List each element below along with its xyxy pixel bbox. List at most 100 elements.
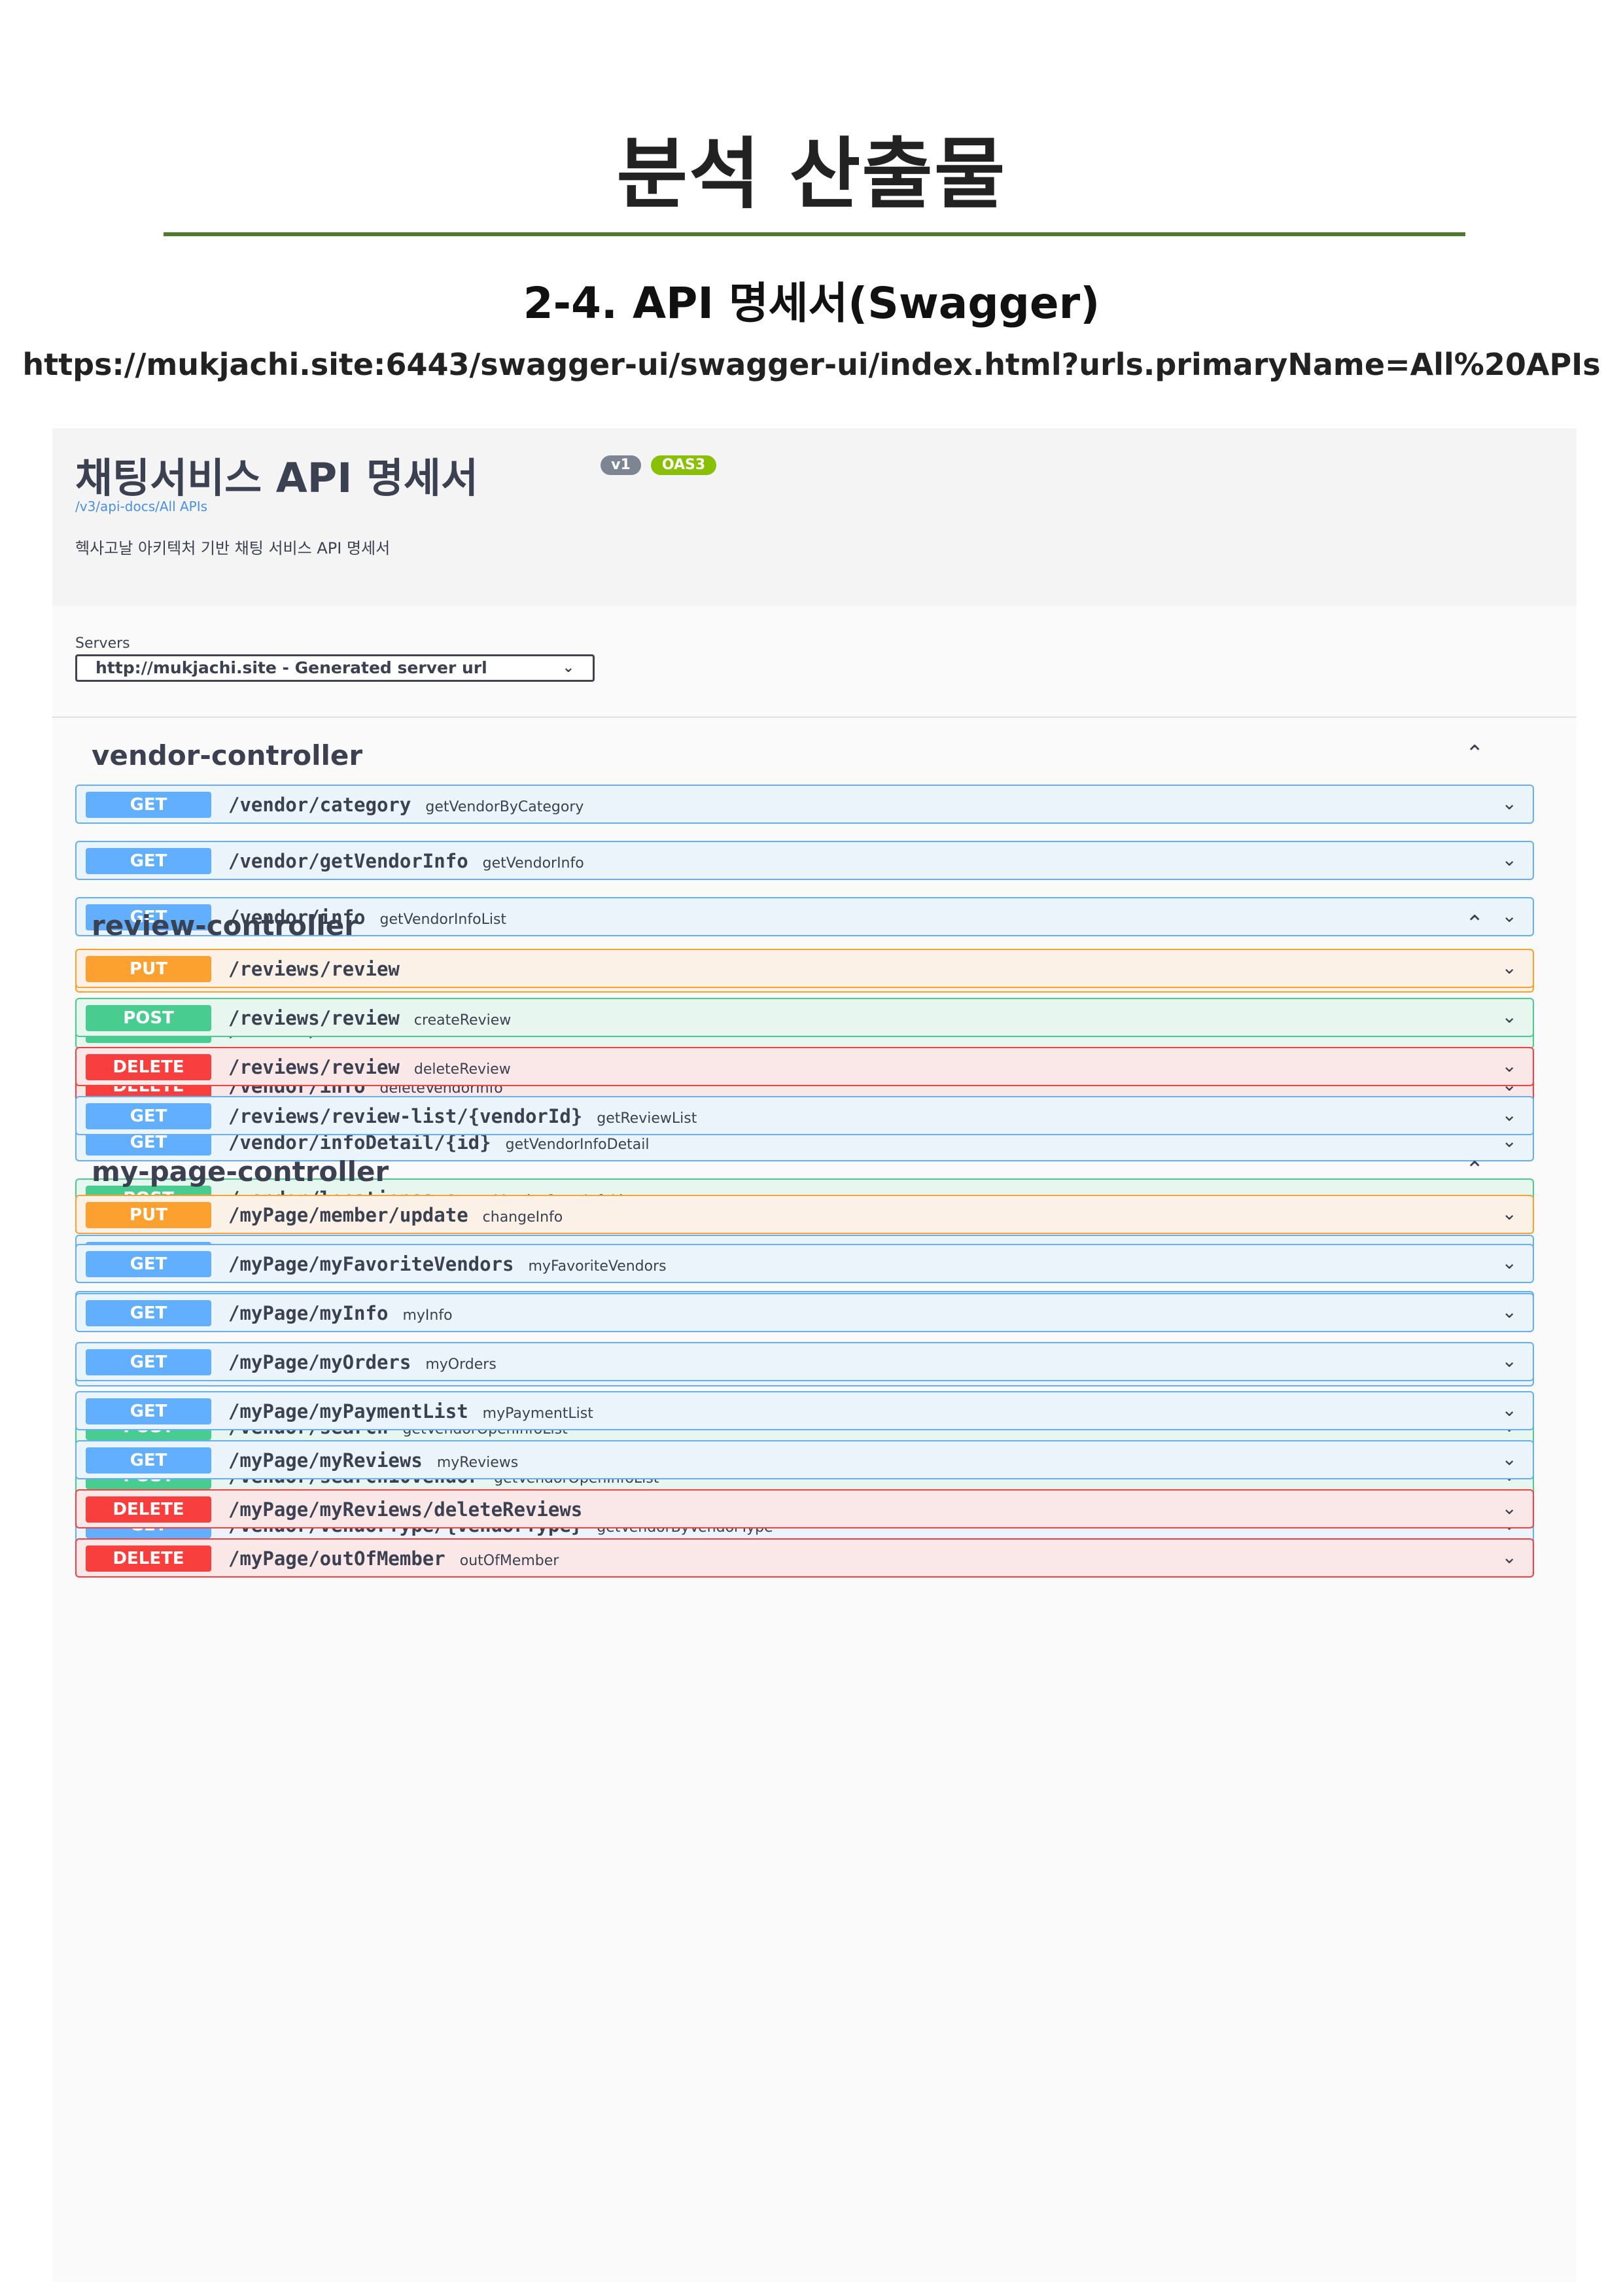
chevron-down-icon: ⌄ bbox=[562, 660, 574, 676]
operation-path-text: /reviews/review bbox=[228, 1056, 400, 1078]
operation-path: /vendor/getVendorInfo getVendorInfo bbox=[228, 850, 584, 872]
operation-id: myOrders bbox=[425, 1356, 497, 1373]
operation-path: /myPage/myInfo myInfo bbox=[228, 1302, 453, 1324]
operation-path-text: /myPage/myReviews bbox=[228, 1449, 423, 1472]
chevron-down-icon[interactable]: ⌄ bbox=[1502, 1301, 1517, 1322]
operation-id: myFavoriteVendors bbox=[528, 1258, 667, 1275]
operation-row[interactable]: DELETE/myPage/myReviews/deleteReviews ⌄ bbox=[75, 1489, 1534, 1528]
title-divider bbox=[164, 232, 1465, 236]
operation-path: /myPage/member/update changeInfo bbox=[228, 1204, 563, 1226]
operation-id: myInfo bbox=[402, 1307, 453, 1324]
operation-path-text: /reviews/review-list/{vendorId} bbox=[228, 1105, 583, 1127]
api-docs-link[interactable]: /v3/api-docs/All APIs bbox=[75, 499, 207, 514]
method-badge: DELETE bbox=[86, 1496, 211, 1523]
chevron-up-icon[interactable]: ⌃ bbox=[1465, 911, 1484, 937]
operation-id: getReviewList bbox=[597, 1110, 697, 1127]
method-badge: GET bbox=[86, 1103, 211, 1129]
method-badge: GET bbox=[86, 1447, 211, 1474]
swagger-url: https://mukjachi.site:6443/swagger-ui/sw… bbox=[22, 347, 1601, 382]
operation-id: deleteReview bbox=[413, 1061, 511, 1078]
chevron-down-icon[interactable]: ⌄ bbox=[1502, 1497, 1517, 1519]
chevron-down-icon[interactable]: ⌄ bbox=[1502, 792, 1517, 814]
controller-header[interactable]: vendor-controller bbox=[92, 739, 362, 771]
operation-path-text: /myPage/outOfMember bbox=[228, 1547, 445, 1570]
servers-select[interactable]: http://mukjachi.site - Generated server … bbox=[75, 654, 595, 682]
operation-path-text: /reviews/review bbox=[228, 1007, 400, 1029]
chevron-down-icon[interactable]: ⌄ bbox=[1502, 849, 1517, 870]
operation-id: createReview bbox=[413, 1012, 512, 1029]
method-badge: DELETE bbox=[86, 1545, 211, 1572]
operation-id: getVendorInfoDetail bbox=[505, 1137, 650, 1153]
operation-row[interactable]: PUT/myPage/member/update changeInfo ⌄ bbox=[75, 1195, 1534, 1234]
chevron-down-icon[interactable]: ⌄ bbox=[1502, 1399, 1517, 1421]
chevron-down-icon[interactable]: ⌄ bbox=[1502, 1203, 1517, 1224]
servers-select-value: http://mukjachi.site - Generated server … bbox=[96, 658, 487, 677]
chevron-down-icon[interactable]: ⌄ bbox=[1502, 905, 1517, 927]
method-badge: GET bbox=[86, 848, 211, 874]
chevron-down-icon[interactable]: ⌄ bbox=[1502, 957, 1517, 978]
api-description: 헥사고날 아키텍처 기반 채팅 서비스 API 명세서 bbox=[75, 539, 391, 557]
operation-path-text: /myPage/myOrders bbox=[228, 1351, 411, 1373]
section-title: 2-4. API 명세서(Swagger) bbox=[523, 278, 1100, 328]
operation-id: outOfMember bbox=[459, 1553, 559, 1569]
chevron-down-icon[interactable]: ⌄ bbox=[1502, 1252, 1517, 1273]
chevron-up-icon[interactable]: ⌃ bbox=[1465, 741, 1484, 767]
method-badge: GET bbox=[86, 792, 211, 818]
operation-path-text: /myPage/member/update bbox=[228, 1204, 468, 1226]
method-badge: PUT bbox=[86, 956, 211, 982]
operation-path: /myPage/myReviews myReviews bbox=[228, 1449, 518, 1472]
operation-row[interactable]: GET/reviews/review-list/{vendorId} getRev… bbox=[75, 1096, 1534, 1135]
method-badge: DELETE bbox=[86, 1054, 211, 1080]
operation-path: /reviews/review deleteReview bbox=[228, 1056, 511, 1078]
operation-path: /myPage/myOrders myOrders bbox=[228, 1351, 497, 1373]
operation-row[interactable]: GET/vendor/getVendorInfo getVendorInfo ⌄ bbox=[75, 841, 1534, 880]
method-badge: GET bbox=[86, 1300, 211, 1326]
operation-row[interactable]: GET/myPage/myOrders myOrders ⌄ bbox=[75, 1342, 1534, 1381]
operation-path-text: /myPage/myPaymentList bbox=[228, 1400, 468, 1422]
operation-path: /reviews/review createReview bbox=[228, 1007, 511, 1029]
controller-header[interactable]: my-page-controller bbox=[92, 1156, 389, 1188]
operation-path-text: /myPage/myFavoriteVendors bbox=[228, 1253, 514, 1275]
operation-row[interactable]: DELETE/reviews/review deleteReview ⌄ bbox=[75, 1047, 1534, 1086]
operation-path-text: /myPage/myInfo bbox=[228, 1302, 389, 1324]
operation-path: /myPage/myFavoriteVendors myFavoriteVendo… bbox=[228, 1253, 667, 1275]
method-badge: GET bbox=[86, 1251, 211, 1277]
operation-id: getVendorInfo bbox=[482, 855, 584, 872]
servers-label: Servers bbox=[75, 635, 130, 652]
operation-row[interactable]: GET/myPage/myFavoriteVendors myFavoriteVe… bbox=[75, 1244, 1534, 1283]
operation-id: getVendorInfoList bbox=[379, 911, 507, 928]
operation-path: /vendor/category getVendorByCategory bbox=[228, 794, 584, 816]
chevron-down-icon[interactable]: ⌄ bbox=[1502, 1546, 1517, 1568]
operation-row[interactable]: DELETE/myPage/outOfMember outOfMember ⌄ bbox=[75, 1538, 1534, 1578]
method-badge: POST bbox=[86, 1005, 211, 1031]
chevron-down-icon[interactable]: ⌄ bbox=[1502, 1350, 1517, 1371]
operation-row[interactable]: GET/myPage/myPaymentList myPaymentList ⌄ bbox=[75, 1391, 1534, 1430]
api-title: 채팅서비스 API 명세서 bbox=[75, 454, 478, 502]
operation-row[interactable]: PUT/reviews/review ⌄ bbox=[75, 949, 1534, 988]
oas-badge: OAS3 bbox=[651, 455, 716, 475]
operation-path: /reviews/review bbox=[228, 958, 400, 980]
chevron-down-icon[interactable]: ⌄ bbox=[1502, 1104, 1517, 1125]
operation-row[interactable]: POST/reviews/review createReview ⌄ bbox=[75, 998, 1534, 1037]
operation-path-text: /myPage/myReviews/deleteReviews bbox=[228, 1498, 583, 1521]
operation-row[interactable]: GET/myPage/myInfo myInfo ⌄ bbox=[75, 1293, 1534, 1332]
method-badge: GET bbox=[86, 1349, 211, 1375]
operation-path: /reviews/review-list/{vendorId} getReview… bbox=[228, 1105, 697, 1127]
operation-row[interactable]: GET/vendor/category getVendorByCategory ⌄ bbox=[75, 785, 1534, 824]
chevron-up-icon[interactable]: ⌃ bbox=[1465, 1157, 1484, 1183]
operation-id: changeInfo bbox=[482, 1209, 563, 1226]
operation-path: /myPage/myReviews/deleteReviews bbox=[228, 1498, 582, 1521]
chevron-down-icon[interactable]: ⌄ bbox=[1502, 1448, 1517, 1470]
chevron-down-icon[interactable]: ⌄ bbox=[1502, 1006, 1517, 1027]
controller-header[interactable]: review-controller bbox=[92, 910, 358, 942]
method-badge: PUT bbox=[86, 1202, 211, 1228]
page-title: 분석 산출물 bbox=[616, 129, 1007, 219]
operation-id: myPaymentList bbox=[482, 1405, 593, 1422]
operation-row[interactable]: GET/myPage/myReviews myReviews ⌄ bbox=[75, 1440, 1534, 1479]
chevron-down-icon[interactable]: ⌄ bbox=[1502, 1055, 1517, 1076]
operation-id: myReviews bbox=[436, 1455, 519, 1471]
operation-path-text: /vendor/getVendorInfo bbox=[228, 850, 468, 872]
method-badge: GET bbox=[86, 1398, 211, 1424]
version-badge: v1 bbox=[601, 455, 641, 475]
operation-path: /myPage/myPaymentList myPaymentList bbox=[228, 1400, 593, 1422]
